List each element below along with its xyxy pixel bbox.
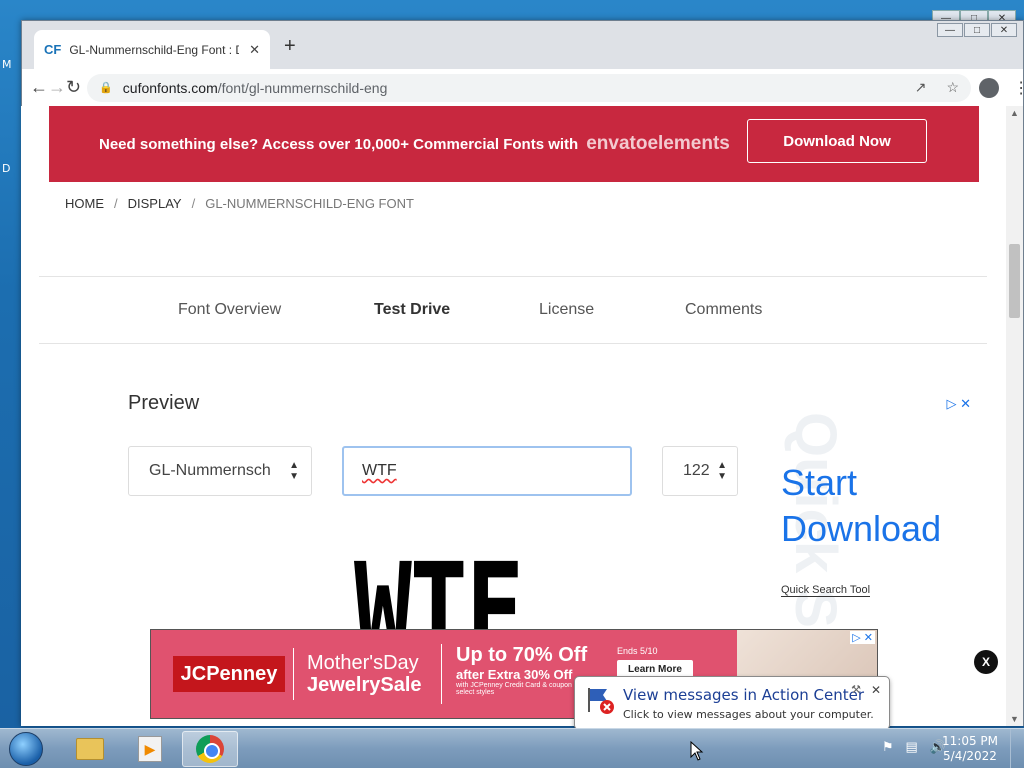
promo-banner[interactable]: Need something else? Access over 10,000+… — [49, 106, 979, 182]
url-host: cufonfonts.com — [122, 79, 218, 96]
select-arrows-icon: ▲ ▼ — [289, 460, 299, 482]
tab-strip: CF GL-Nummernschild-Eng Font : D ✕ + — □… — [22, 21, 1023, 69]
scroll-down-icon[interactable]: ▼ — [1010, 714, 1019, 724]
new-tab-button[interactable]: + — [284, 35, 296, 58]
preview-text-value: WTF — [362, 462, 397, 479]
page-scrollbar[interactable]: ▲ ▼ — [1006, 106, 1023, 726]
download-now-button[interactable]: Download Now — [747, 119, 927, 163]
address-bar[interactable]: 🔒 cufonfonts.com /font/gl-nummernschild-… — [87, 73, 972, 102]
ad-event-line: Mother'sDay — [307, 652, 419, 674]
notification-title[interactable]: View messages in Action Center — [623, 686, 864, 704]
breadcrumb-display[interactable]: DISPLAY — [128, 196, 182, 211]
scroll-thumb[interactable] — [1009, 244, 1020, 318]
size-select[interactable]: 122 ▲ ▼ — [662, 446, 738, 496]
settings-icon[interactable]: ⚒ — [851, 683, 861, 696]
action-center-notification[interactable]: View messages in Action Center Click to … — [574, 676, 890, 730]
tab-license[interactable]: License — [539, 301, 594, 319]
breadcrumb-current: GL-NUMMERNSCHILD-ENG FONT — [205, 196, 414, 211]
network-icon[interactable]: ▤ — [906, 739, 918, 755]
start-button[interactable] — [4, 730, 48, 768]
close-ad-button[interactable]: X — [974, 650, 998, 674]
preview-text-input[interactable]: WTF — [342, 446, 632, 496]
font-select[interactable]: GL-Nummernsch ▲ ▼ — [128, 446, 312, 496]
windows-logo-icon — [9, 732, 43, 766]
chrome-taskbar-button[interactable] — [182, 731, 238, 767]
menu-icon[interactable]: ⋮ — [1013, 78, 1023, 98]
ad-headline-line: Download — [781, 508, 942, 549]
chrome-icon — [196, 735, 224, 763]
divider — [293, 648, 294, 700]
font-page-tabs: Font Overview Test Drive License Comment… — [39, 276, 987, 344]
jcpenney-logo: JCPenney — [173, 656, 285, 692]
close-icon[interactable]: ✕ — [871, 683, 881, 697]
explorer-taskbar-button[interactable] — [62, 731, 118, 767]
notification-subtitle: Click to view messages about your comput… — [623, 708, 874, 721]
close-button[interactable]: ✕ — [991, 23, 1017, 37]
action-center-icon[interactable]: ⚑ — [882, 739, 894, 755]
taskbar: ▶ ⚑ ▤ 🔊 11:05 PM 5/4/2022 — [0, 728, 1024, 768]
clock-date: 5/4/2022 — [943, 749, 997, 763]
ad-headline[interactable]: Start Download — [781, 460, 941, 552]
url-path: /font/gl-nummernschild-eng — [217, 79, 388, 96]
clock-time: 11:05 PM — [942, 734, 998, 748]
system-tray: ⚑ ▤ 🔊 — [882, 739, 946, 755]
tab-title: GL-Nummernschild-Eng Font : D — [69, 42, 240, 57]
ad-event-title: Mother'sDay JewelrySale — [307, 652, 422, 696]
tab-test-drive[interactable]: Test Drive — [374, 301, 450, 319]
tab-comments[interactable]: Comments — [685, 301, 762, 319]
size-select-value: 122 — [683, 462, 710, 479]
minimize-button[interactable]: — — [937, 23, 963, 37]
breadcrumb: HOME / DISPLAY / GL-NUMMERNSCHILD-ENG FO… — [65, 196, 414, 211]
ad-ends-date: Ends 5/10 — [617, 646, 658, 656]
divider — [441, 644, 442, 704]
breadcrumb-home[interactable]: HOME — [65, 196, 104, 211]
tab-font-overview[interactable]: Font Overview — [178, 301, 281, 319]
star-icon[interactable]: ☆ — [947, 79, 960, 96]
window-controls: — □ ✕ — [936, 23, 1017, 37]
ad-offer-headline: Up to 70% Off — [456, 644, 588, 666]
browser-toolbar: ← → ↻ 🔒 cufonfonts.com /font/gl-nummerns… — [22, 69, 1023, 107]
forward-icon[interactable]: → — [48, 73, 66, 103]
envato-logo: envatoelements — [586, 133, 730, 154]
folder-icon — [76, 738, 104, 760]
show-desktop-button[interactable] — [1010, 729, 1024, 768]
ad-event-line: JewelrySale — [307, 674, 422, 696]
mouse-cursor-icon — [690, 741, 704, 761]
action-center-flag-icon — [588, 688, 614, 714]
ad-headline-line: Start — [781, 462, 858, 503]
browser-tab[interactable]: CF GL-Nummernschild-Eng Font : D ✕ — [34, 30, 270, 69]
desktop-icon-label[interactable]: D — [2, 162, 10, 175]
promo-text: Need something else? Access over 10,000+… — [99, 135, 579, 153]
scroll-up-icon[interactable]: ▲ — [1010, 108, 1019, 118]
ad-link[interactable]: Quick Search Tool — [781, 584, 871, 597]
adchoices-icon[interactable]: ▷ ✕ — [946, 396, 971, 412]
profile-icon[interactable] — [979, 77, 1000, 98]
preview-title: Preview — [128, 392, 200, 414]
reload-icon[interactable]: ↻ — [66, 73, 81, 103]
desktop-icon-label[interactable]: M — [2, 58, 12, 71]
font-select-value: GL-Nummernsch — [149, 462, 271, 479]
favicon-icon: CF — [44, 42, 62, 57]
select-arrows-icon: ▲ ▼ — [717, 460, 727, 482]
web-page: Need something else? Access over 10,000+… — [21, 106, 1006, 726]
adchoices-icon[interactable]: ▷ ✕ — [850, 631, 875, 644]
media-player-taskbar-button[interactable]: ▶ — [122, 731, 178, 767]
share-icon[interactable]: ↗ — [915, 79, 927, 96]
breadcrumb-separator: / — [114, 196, 118, 211]
clock[interactable]: 11:05 PM 5/4/2022 — [942, 734, 998, 764]
maximize-button[interactable]: □ — [964, 23, 990, 37]
breadcrumb-separator: / — [191, 196, 196, 211]
back-icon[interactable]: ← — [30, 73, 48, 103]
media-player-icon: ▶ — [138, 736, 162, 762]
lock-icon[interactable]: 🔒 — [99, 81, 113, 94]
close-tab-icon[interactable]: ✕ — [249, 42, 260, 58]
